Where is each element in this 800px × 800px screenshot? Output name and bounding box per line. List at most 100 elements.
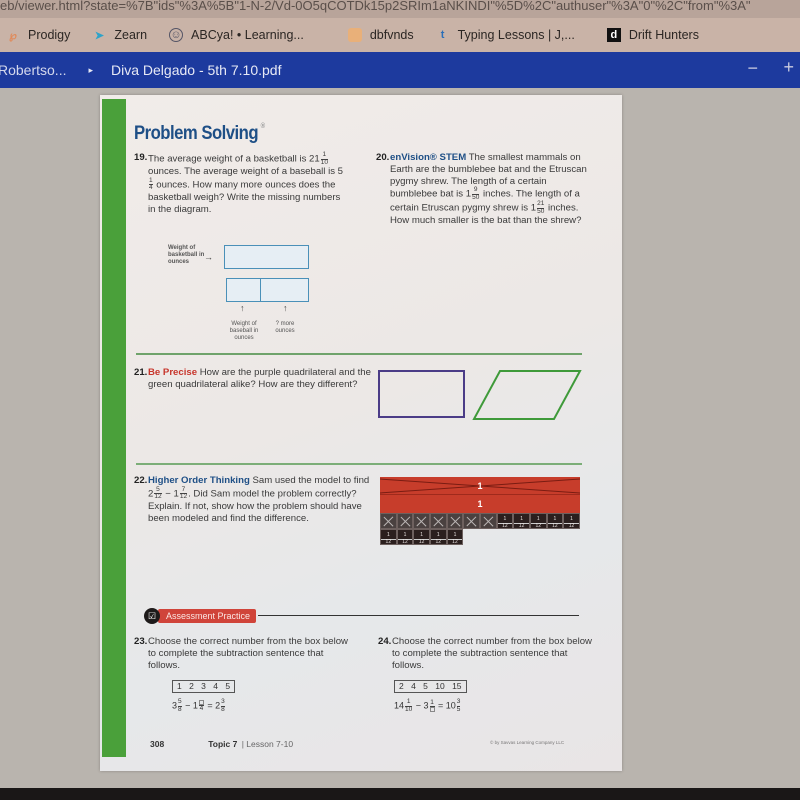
address-bar[interactable]: eb/viewer.html?state=%7B"ids"%3A%5B"1-N-… [0, 0, 800, 18]
bookmark-label: Zearn [114, 28, 148, 42]
twelfths-row: 1 12 1 12 1 12 1 12 1 12 [380, 529, 580, 545]
twelfth-tile: 1 12 [413, 529, 430, 545]
denominator: 4 [198, 704, 204, 712]
registered-mark: ® [260, 123, 265, 130]
twelfth-tile: 1 12 [429, 529, 447, 545]
tile-numerator: 1 [553, 516, 557, 522]
prodigy-icon: ℘ [9, 29, 17, 42]
purple-rectangle [378, 370, 465, 418]
question-number: 21. [134, 367, 148, 378]
bookmark-label: dbfvnds [369, 28, 414, 42]
denominator: 10 [320, 158, 328, 166]
question-number: 20. [376, 152, 390, 163]
answer-choices-23: 1 2 3 4 5 [172, 680, 236, 693]
denominator: 8 [221, 705, 225, 713]
fraction-with-blank: 1 [429, 699, 435, 713]
question-text: Choose the correct number from the box b… [392, 636, 592, 671]
assessment-label: Assessment Practice [158, 609, 257, 623]
url-text: eb/viewer.html?state=%7B"ids"%3A%5B"1-N-… [0, 0, 751, 13]
screen-bezel [0, 788, 800, 800]
page-accent-bar [102, 99, 126, 757]
bookmark-label: Drift Hunters [628, 28, 699, 42]
bookmark-abcya[interactable]: ☺ ABCya! • Learning... [169, 28, 304, 42]
bookmark-zearn[interactable]: ➤ Zearn [92, 28, 147, 42]
question-keyword: enVision® STEM [390, 152, 467, 163]
bookmark-dbfvnds[interactable]: dbfvnds [347, 28, 414, 42]
denominator: 8 [178, 705, 182, 713]
copyright: © by Savvas Learning Company LLC [490, 740, 565, 745]
lesson-label: | Lesson 7-10 [241, 739, 294, 749]
fraction-with-blank: 4 [198, 699, 204, 713]
tile-denominator: 12 [530, 523, 546, 529]
bookmarks-bar: ℘ Prodigy ➤ Zearn ☺ ABCya! • Learning... db… [0, 18, 800, 52]
twelfth-tile-crossed [413, 513, 430, 529]
denominator: 50 [472, 193, 480, 201]
fraction: 7 12 [179, 486, 188, 501]
section-divider [136, 353, 582, 355]
fraction: 5 12 [154, 486, 162, 501]
tape-label-more: ? more ounces [275, 321, 295, 334]
tile-numerator: 1 [570, 516, 573, 522]
bookmark-label: ABCya! • Learning... [191, 28, 304, 42]
equation-24: 14 1 10 − 31 = 10 3 5 [394, 698, 461, 713]
section-title: Problem Solving ® [134, 123, 265, 145]
fraction-bar-model: 1 1 1 12 1 12 1 12 1 12 1 12 1 12 1 12 1 12 1 12 1 12 [380, 477, 580, 545]
operator: − 3 [413, 700, 429, 711]
zearn-icon: ➤ [94, 29, 104, 42]
equation-23: 358 − 14 = 238 [172, 698, 226, 713]
bookmark-prodigy[interactable]: ℘ Prodigy [6, 28, 70, 42]
question-keyword: Be Precise [148, 367, 198, 378]
whole-bar: 1 [380, 495, 580, 513]
question-19: 19. The average weight of a basketball i… [134, 151, 348, 215]
pdf-page: Problem Solving ® 19. The average weight … [100, 95, 622, 771]
twelfth-tile: 1 12 [496, 513, 514, 529]
question-number: 23. [134, 636, 148, 647]
page-footer: 308 Topic 7 | Lesson 7-10 [150, 739, 293, 749]
whole-label: 1 [477, 481, 483, 491]
fraction: 35 [456, 698, 461, 713]
denominator: 5 [456, 705, 461, 713]
bookmark-typing-lessons[interactable]: t Typing Lessons | J,... [436, 28, 575, 42]
denominator: 10 [405, 705, 413, 713]
tile-numerator: 1 [386, 532, 390, 538]
tape-label-baseball: Weight of baseball in ounces [229, 321, 259, 341]
tile-denominator: 12 [414, 539, 429, 545]
tile-denominator: 12 [547, 523, 563, 529]
twelfth-tile: 1 12 [546, 513, 564, 529]
choices-text: 2 4 5 10 15 [399, 681, 462, 691]
twelfth-tile-crossed [479, 513, 497, 529]
fraction: 9 50 [472, 187, 480, 201]
fraction: 38 [221, 698, 225, 713]
twelfth-tile-crossed [380, 513, 397, 529]
whole-number: 3 [172, 700, 178, 711]
zoom-in-button[interactable]: + [783, 57, 794, 78]
topic-label: Topic 7 [208, 739, 238, 749]
blank-denominator[interactable] [429, 706, 435, 713]
assessment-practice-header: Assessment Practice ☑ [144, 605, 579, 625]
tape-box-basketball[interactable] [224, 245, 309, 269]
tape-label-basketball: Weight of basketball in ounces [168, 245, 205, 265]
tile-denominator: 12 [564, 523, 579, 529]
section-divider [136, 463, 582, 465]
green-parallelogram [472, 370, 582, 420]
tape-box-difference[interactable] [260, 278, 309, 302]
numerator: 3 [456, 698, 461, 705]
bookmark-drift-hunters[interactable]: d Drift Hunters [606, 28, 699, 42]
question-20: 20. enVision® STEM The smallest mammals … [376, 152, 595, 227]
result-whole: = 2 [204, 700, 221, 711]
bookmark-label: Prodigy [28, 28, 71, 42]
tile-denominator: 12 [397, 539, 413, 545]
breadcrumb-parent[interactable]: Robertso... [0, 62, 66, 78]
numerator: 5 [178, 698, 182, 705]
tile-numerator: 1 [436, 532, 440, 538]
question-22: 22. Higher Order Thinking Sam used the m… [134, 475, 373, 524]
tape-box-baseball[interactable] [226, 278, 261, 302]
answer-blank[interactable] [429, 707, 435, 713]
fraction: 1 10 [320, 151, 328, 166]
zoom-out-button[interactable]: − [747, 58, 758, 79]
twelfth-tile: 1 12 [513, 513, 530, 529]
twelfth-tile: 1 12 [396, 529, 414, 545]
bookmark-icon [347, 28, 362, 42]
breadcrumb-separator-icon: ▸ [88, 64, 94, 75]
tile-numerator: 1 [453, 532, 457, 538]
